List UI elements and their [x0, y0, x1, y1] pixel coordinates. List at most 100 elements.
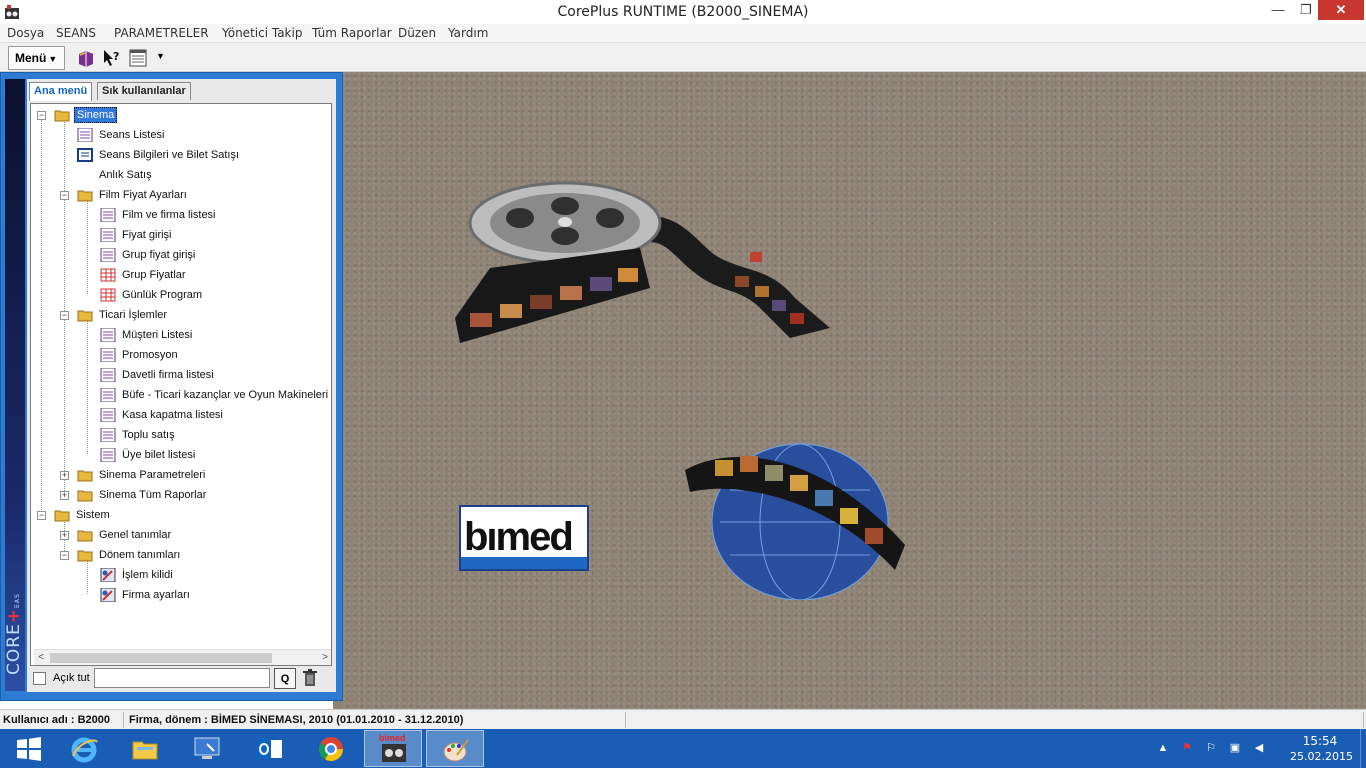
menu-seans[interactable]: SEANS [56, 26, 96, 40]
report-icon [100, 408, 116, 422]
grid-icon [100, 268, 116, 282]
taskbar-outlook[interactable] [240, 730, 298, 767]
tree-item-bufe[interactable]: Büfe - Ticari kazançlar ve Oyun Makinele… [100, 386, 331, 404]
tree-guide [87, 200, 88, 294]
tree-label: Sinema [74, 107, 118, 123]
tree-item-toplu[interactable]: Toplu satış [100, 426, 177, 444]
volume-icon[interactable]: ◀ [1252, 741, 1266, 755]
tree-item-gunluk-program[interactable]: Günlük Program [100, 286, 204, 304]
scroll-left-icon[interactable]: < [34, 650, 48, 665]
tree-item-genel[interactable]: Genel tanımlar [77, 526, 173, 544]
tab-ana-menu[interactable]: Ana menü [29, 82, 93, 101]
minimize-button[interactable]: — [1264, 0, 1292, 20]
tree-item-anlik-satis[interactable]: Anlık Satış [97, 166, 154, 184]
tree-item-fiyat-girisi[interactable]: Fiyat girişi [100, 226, 174, 244]
status-empty [628, 712, 1364, 728]
grid-icon [100, 288, 116, 302]
list-window-icon[interactable] [128, 48, 148, 68]
tree-item-sinema-raporlar[interactable]: Sinema Tüm Raporlar [77, 486, 208, 504]
report-icon [100, 328, 116, 342]
horizontal-scrollbar[interactable]: < > [34, 649, 331, 665]
status-firm-period: Firma, dönem : BİMED SİNEMASI, 2010 (01.… [126, 712, 626, 728]
expand-genel[interactable]: + [60, 531, 69, 540]
tree-label: Sinema Tüm Raporlar [99, 489, 207, 501]
tree-label: Film Fiyat Ayarları [99, 189, 187, 201]
film-reel-icon [455, 181, 830, 343]
tree-item-promosyon[interactable]: Promosyon [100, 346, 180, 364]
tree-item-film-firma[interactable]: Film ve firma listesi [100, 206, 218, 224]
taskbar-internet-explorer[interactable] [55, 730, 113, 767]
tray-overflow-icon[interactable]: ▲ [1156, 741, 1170, 755]
start-button[interactable] [0, 730, 58, 767]
tree-item-grup-fiyat-girisi[interactable]: Grup fiyat girişi [100, 246, 197, 264]
quick-search-input[interactable] [94, 668, 270, 688]
taskbar-paint[interactable] [426, 730, 484, 767]
quick-search-button[interactable]: Q [274, 668, 296, 689]
tree-item-seans-bilgileri[interactable]: Seans Bilgileri ve Bilet Satışı [77, 146, 241, 164]
show-desktop-button[interactable] [1360, 729, 1366, 768]
trash-icon[interactable] [302, 669, 318, 687]
taskbar-bimed-app[interactable]: bimed [364, 730, 422, 767]
keep-open-checkbox[interactable] [33, 672, 46, 685]
tree-label: Toplu satış [122, 429, 175, 441]
tree-item-seans-listesi[interactable]: Seans Listesi [77, 126, 166, 144]
taskbar-file-explorer[interactable] [116, 730, 174, 767]
report-icon [100, 208, 116, 222]
collapse-donem[interactable]: − [60, 551, 69, 560]
tree-item-sinema-param[interactable]: Sinema Parametreleri [77, 466, 207, 484]
maximize-button[interactable]: ❐ [1292, 0, 1320, 20]
menu-duzen[interactable]: Düzen [398, 26, 436, 40]
report-icon [100, 348, 116, 362]
collapse-sinema[interactable]: − [37, 111, 46, 120]
collapse-film-fiyat[interactable]: − [60, 191, 69, 200]
tree-item-davetli[interactable]: Davetli firma listesi [100, 366, 216, 384]
clock-date[interactable]: 25.02.2015 [1290, 750, 1353, 763]
flag-icon[interactable]: ⚐ [1204, 741, 1218, 755]
folder-icon [77, 550, 93, 562]
paint-icon [443, 739, 469, 762]
menu-dropdown-button[interactable]: Menü ▼ [8, 46, 65, 70]
tree-item-donem[interactable]: Dönem tanımları [77, 546, 182, 564]
tree-item-grup-fiyatlar[interactable]: Grup Fiyatlar [100, 266, 188, 284]
expand-sinema-param[interactable]: + [60, 471, 69, 480]
scroll-right-icon[interactable]: > [318, 650, 331, 665]
taskbar-chrome[interactable] [302, 730, 360, 767]
close-button[interactable]: ✕ [1318, 0, 1364, 20]
tree-item-ticari[interactable]: Ticari İşlemler [77, 306, 169, 324]
file-explorer-icon [132, 741, 158, 760]
tree-item-firma-ayarlari[interactable]: Firma ayarları [100, 586, 192, 604]
menu-parametreler[interactable]: PARAMETRELER [114, 26, 209, 40]
tree-label: Seans Bilgileri ve Bilet Satışı [99, 149, 240, 161]
action-center-flag-icon[interactable]: ⚑ [1180, 741, 1194, 755]
network-icon[interactable]: ▣ [1228, 741, 1242, 755]
film-globe-icon [685, 443, 905, 600]
toolbar-overflow-icon[interactable]: ▼ [156, 51, 165, 61]
tree-item-kasa[interactable]: Kasa kapatma listesi [100, 406, 225, 424]
tree-label: Genel tanımlar [99, 529, 172, 541]
tree-item-sinema[interactable]: Sinema [54, 106, 118, 124]
scrollbar-thumb[interactable] [50, 653, 272, 663]
internet-explorer-icon [71, 737, 98, 763]
tree-item-uye[interactable]: Üye bilet listesi [100, 446, 197, 464]
help-pointer-icon[interactable]: ? [102, 48, 122, 68]
menu-yonetici-takip[interactable]: Yönetici Takip [222, 26, 302, 40]
collapse-sistem[interactable]: − [37, 511, 46, 520]
chrome-icon [318, 737, 343, 762]
tree-item-sistem[interactable]: Sistem [54, 506, 112, 524]
tree-item-film-fiyat[interactable]: Film Fiyat Ayarları [77, 186, 189, 204]
clock-time[interactable]: 15:54 [1300, 734, 1340, 748]
tree-label: Günlük Program [122, 289, 203, 301]
tree-item-musteri[interactable]: Müşteri Listesi [100, 326, 194, 344]
tree-item-islem-kilidi[interactable]: İşlem kilidi [100, 566, 175, 584]
taskbar-remote-desktop[interactable] [178, 730, 236, 767]
remote-desktop-icon [194, 737, 220, 759]
expand-sinema-raporlar[interactable]: + [60, 491, 69, 500]
menu-dosya[interactable]: Dosya [7, 26, 44, 40]
svg-text:?: ? [113, 50, 119, 63]
tab-sik-kullanilanlar[interactable]: Sık kullanılanlar [97, 82, 191, 100]
book-icon[interactable] [76, 48, 96, 68]
tree-guide [64, 120, 65, 495]
menu-tum-raporlar[interactable]: Tüm Raporlar [312, 26, 392, 40]
menu-yardim[interactable]: Yardım [448, 26, 488, 40]
collapse-ticari[interactable]: − [60, 311, 69, 320]
